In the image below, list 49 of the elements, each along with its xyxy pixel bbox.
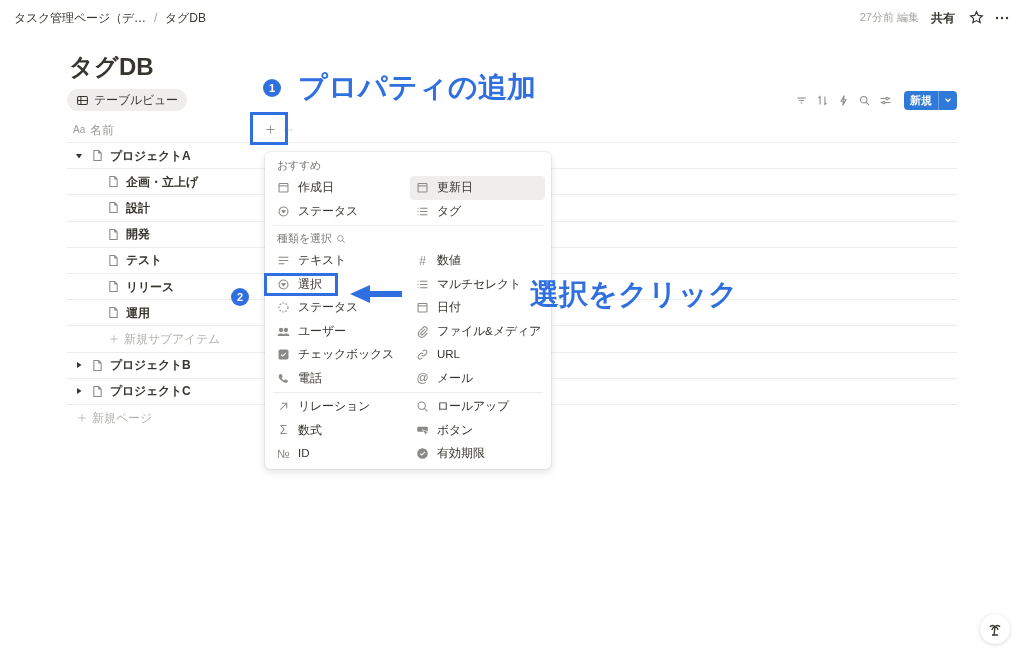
menu-item[interactable]: タグ (410, 199, 467, 223)
menu-item[interactable]: ロールアップ (410, 395, 515, 419)
breadcrumb-link[interactable]: タスク管理ページ（デ… (14, 8, 146, 27)
menu-item[interactable]: チェックボックス (271, 343, 400, 367)
breadcrumb-link[interactable]: タグDB (165, 8, 206, 27)
edited-time: 27分前 編集 (859, 10, 919, 26)
page-title-cell[interactable]: リリース (126, 277, 174, 296)
menu-item[interactable]: 有効期限 (410, 442, 491, 466)
menu-item[interactable]: # 数値 (410, 249, 467, 273)
column-title: 名前 (90, 121, 115, 139)
page-title-cell[interactable]: テスト (126, 251, 162, 270)
type-icon: № (277, 444, 290, 463)
step-number-badge: 1 (263, 79, 281, 97)
menu-section-label: 種類を選択 (277, 231, 332, 247)
menu-item[interactable]: テキスト (271, 249, 352, 273)
menu-item[interactable]: 日付 (410, 296, 467, 320)
annotation-text: プロパティの追加 (298, 70, 536, 105)
property-type-icon: Aa (73, 122, 86, 137)
page-title-cell[interactable]: 開発 (126, 225, 150, 244)
page-title-cell[interactable]: 運用 (126, 303, 150, 322)
menu-item[interactable]: № ID (271, 442, 316, 466)
page-title: タグDB (69, 52, 155, 82)
type-icon: @ (416, 369, 429, 388)
annotation-text: 選択をクリック (530, 277, 738, 312)
view-tab[interactable]: テーブルビュー (67, 89, 187, 111)
menu-item[interactable]: ステータス (271, 199, 364, 223)
menu-item[interactable]: URL (410, 343, 466, 367)
page-title-cell[interactable]: 設計 (126, 198, 150, 217)
page-title-cell[interactable]: プロジェクトB (110, 356, 191, 375)
menu-item[interactable]: ユーザー (271, 319, 352, 343)
step-number-badge: 2 (231, 288, 249, 306)
share-button[interactable]: 共有 (929, 8, 957, 27)
page-title-cell[interactable]: プロジェクトA (110, 146, 191, 165)
type-icon: Σ (277, 421, 290, 440)
breadcrumb-separator: / (154, 9, 158, 27)
menu-item[interactable]: ボタン (410, 418, 479, 442)
menu-item[interactable]: ファイル&メディア (410, 319, 547, 343)
page-title-cell[interactable]: 企画・立上げ (126, 172, 198, 191)
menu-item[interactable]: マルチセレクト (410, 272, 527, 296)
menu-item[interactable]: 作成日 (271, 176, 340, 200)
type-icon: # (416, 251, 429, 270)
page-title-cell[interactable]: プロジェクトC (110, 382, 191, 401)
menu-item[interactable]: Σ 数式 (271, 418, 328, 442)
menu-item[interactable]: 更新日 (410, 176, 545, 200)
menu-item[interactable]: リレーション (271, 395, 376, 419)
menu-section-label: おすすめ (277, 158, 321, 174)
menu-item[interactable]: 電話 (271, 366, 328, 390)
menu-item[interactable]: ステータス (271, 296, 364, 320)
menu-item[interactable]: @ メール (410, 366, 479, 390)
